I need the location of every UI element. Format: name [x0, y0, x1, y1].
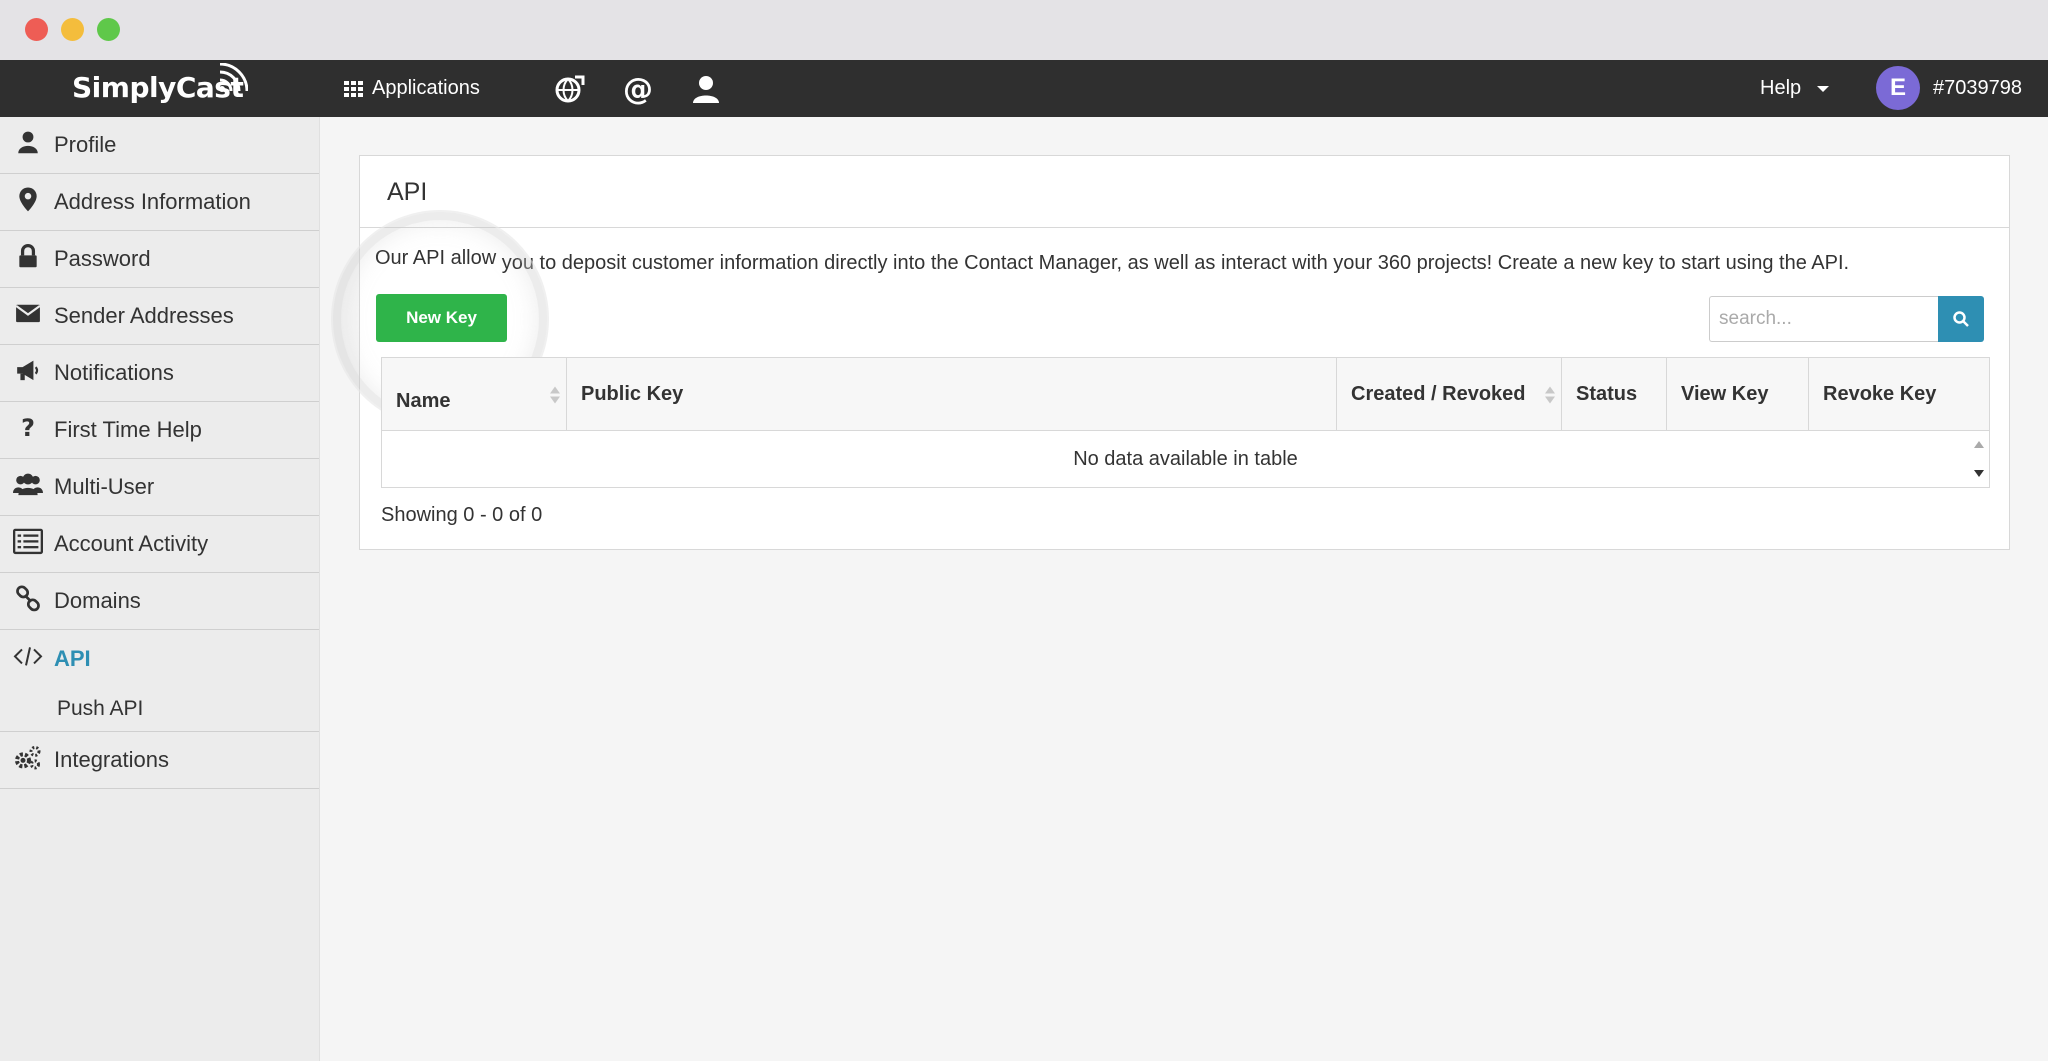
api-description: Our API allow you to deposit customer in…: [375, 247, 1849, 274]
column-header-name[interactable]: Name: [382, 358, 567, 431]
page-title: API: [360, 156, 2009, 228]
close-window-button[interactable]: [25, 18, 48, 41]
users-icon: [13, 473, 43, 496]
grid-icon: [344, 80, 363, 97]
sidebar-item-domains[interactable]: Domains: [0, 573, 319, 630]
user-icon: [18, 131, 38, 154]
column-header-revoke-key[interactable]: Revoke Key: [1809, 358, 1989, 431]
minimize-window-button[interactable]: [61, 18, 84, 41]
api-panel: API Our API allow you to deposit custome…: [333, 155, 2010, 550]
column-header-view-key[interactable]: View Key: [1667, 358, 1809, 431]
sort-icon: [1545, 386, 1555, 403]
sidebar-item-label: Domains: [54, 588, 141, 613]
search-icon: [1953, 311, 1969, 327]
sidebar: Profile Address Information Password Sen…: [0, 117, 320, 1061]
sidebar-item-label: Notifications: [54, 360, 174, 385]
search-input[interactable]: [1709, 296, 1938, 342]
sidebar-item-notifications[interactable]: Notifications: [0, 345, 319, 402]
applications-label: Applications: [372, 77, 480, 99]
column-header-label: Status: [1576, 383, 1638, 405]
empty-table-message: No data available in table: [1073, 447, 1298, 470]
sidebar-item-api[interactable]: API: [0, 630, 319, 687]
svg-text:@: @: [623, 73, 653, 105]
chevron-down-icon: [1817, 85, 1830, 92]
megaphone-icon: [17, 360, 39, 381]
column-header-label: Created / Revoked: [1351, 383, 1526, 405]
column-header-label: View Key: [1681, 383, 1769, 405]
search-button[interactable]: [1938, 296, 1984, 342]
table-info: Showing 0 - 0 of 0: [381, 504, 543, 526]
sidebar-item-address-information[interactable]: Address Information: [0, 174, 319, 231]
column-header-label: Public Key: [581, 383, 684, 405]
sidebar-group-api: API Push API: [0, 630, 319, 732]
scroll-down-icon[interactable]: [1974, 470, 1984, 477]
sidebar-item-label: Sender Addresses: [54, 303, 234, 328]
lock-icon: [19, 244, 37, 268]
new-key-button[interactable]: New Key: [376, 294, 507, 342]
table-search: [1709, 296, 1984, 342]
sidebar-item-label: Multi-User: [54, 474, 155, 499]
sidebar-item-account-activity[interactable]: Account Activity: [0, 516, 319, 573]
table-scrollbar[interactable]: [1967, 431, 1989, 487]
sidebar-item-integrations[interactable]: Integrations: [0, 732, 319, 789]
scroll-up-icon[interactable]: [1974, 441, 1984, 448]
sidebar-item-multi-user[interactable]: Multi-User: [0, 459, 319, 516]
column-header-label: Revoke Key: [1823, 383, 1937, 405]
table-header: Name Public Key Created / Revoked Status…: [382, 358, 1989, 431]
sidebar-item-label: Address Information: [54, 189, 251, 214]
account-id[interactable]: #7039798: [1933, 60, 2022, 117]
sidebar-item-label: API: [54, 645, 91, 671]
sidebar-item-label: Account Activity: [54, 531, 209, 556]
list-icon: [13, 528, 43, 555]
api-description-part-b: you to deposit customer information dire…: [501, 252, 1850, 274]
window-titlebar: [0, 0, 2048, 60]
code-icon: [13, 646, 43, 666]
sidebar-item-sender-addresses[interactable]: Sender Addresses: [0, 288, 319, 345]
sidebar-item-profile[interactable]: Profile: [0, 117, 319, 174]
envelope-icon: [15, 304, 41, 323]
table-empty-row: No data available in table: [382, 431, 1989, 487]
sidebar-item-first-time-help[interactable]: ? First Time Help: [0, 402, 319, 459]
help-label: Help: [1760, 77, 1802, 99]
column-header-created-revoked[interactable]: Created / Revoked: [1337, 358, 1562, 431]
link-icon: [16, 585, 40, 612]
applications-menu[interactable]: Applications: [344, 60, 480, 117]
globe-icon[interactable]: [553, 73, 585, 105]
map-marker-icon: [19, 187, 37, 212]
user-icon[interactable]: [690, 73, 722, 105]
sidebar-item-label: Integrations: [54, 747, 169, 772]
svg-text:?: ?: [21, 414, 35, 440]
top-navbar: SimplyCast Applications @ Help E #703979…: [0, 60, 2048, 117]
column-header-status[interactable]: Status: [1562, 358, 1667, 431]
sidebar-item-label: Push API: [57, 697, 144, 720]
simplycast-logo[interactable]: SimplyCast: [72, 63, 248, 107]
at-icon[interactable]: @: [622, 73, 654, 105]
sidebar-item-label: Profile: [54, 132, 117, 157]
sidebar-item-label: First Time Help: [54, 417, 202, 442]
sidebar-item-label: Password: [54, 246, 151, 271]
help-menu[interactable]: Help: [1760, 60, 1830, 117]
question-icon: ?: [21, 414, 35, 440]
sidebar-item-push-api[interactable]: Push API: [0, 687, 319, 731]
api-keys-table: Name Public Key Created / Revoked Status…: [381, 357, 1990, 488]
column-header-public-key[interactable]: Public Key: [567, 358, 1337, 431]
maximize-window-button[interactable]: [97, 18, 120, 41]
avatar-initial: E: [1889, 74, 1906, 101]
sidebar-item-password[interactable]: Password: [0, 231, 319, 288]
api-description-part-a: Our API allow: [375, 247, 497, 269]
signal-icon: [219, 63, 248, 92]
avatar[interactable]: E: [1876, 66, 1920, 110]
gears-icon: [15, 745, 41, 770]
sort-icon: [550, 386, 560, 403]
column-header-label: Name: [396, 390, 451, 412]
